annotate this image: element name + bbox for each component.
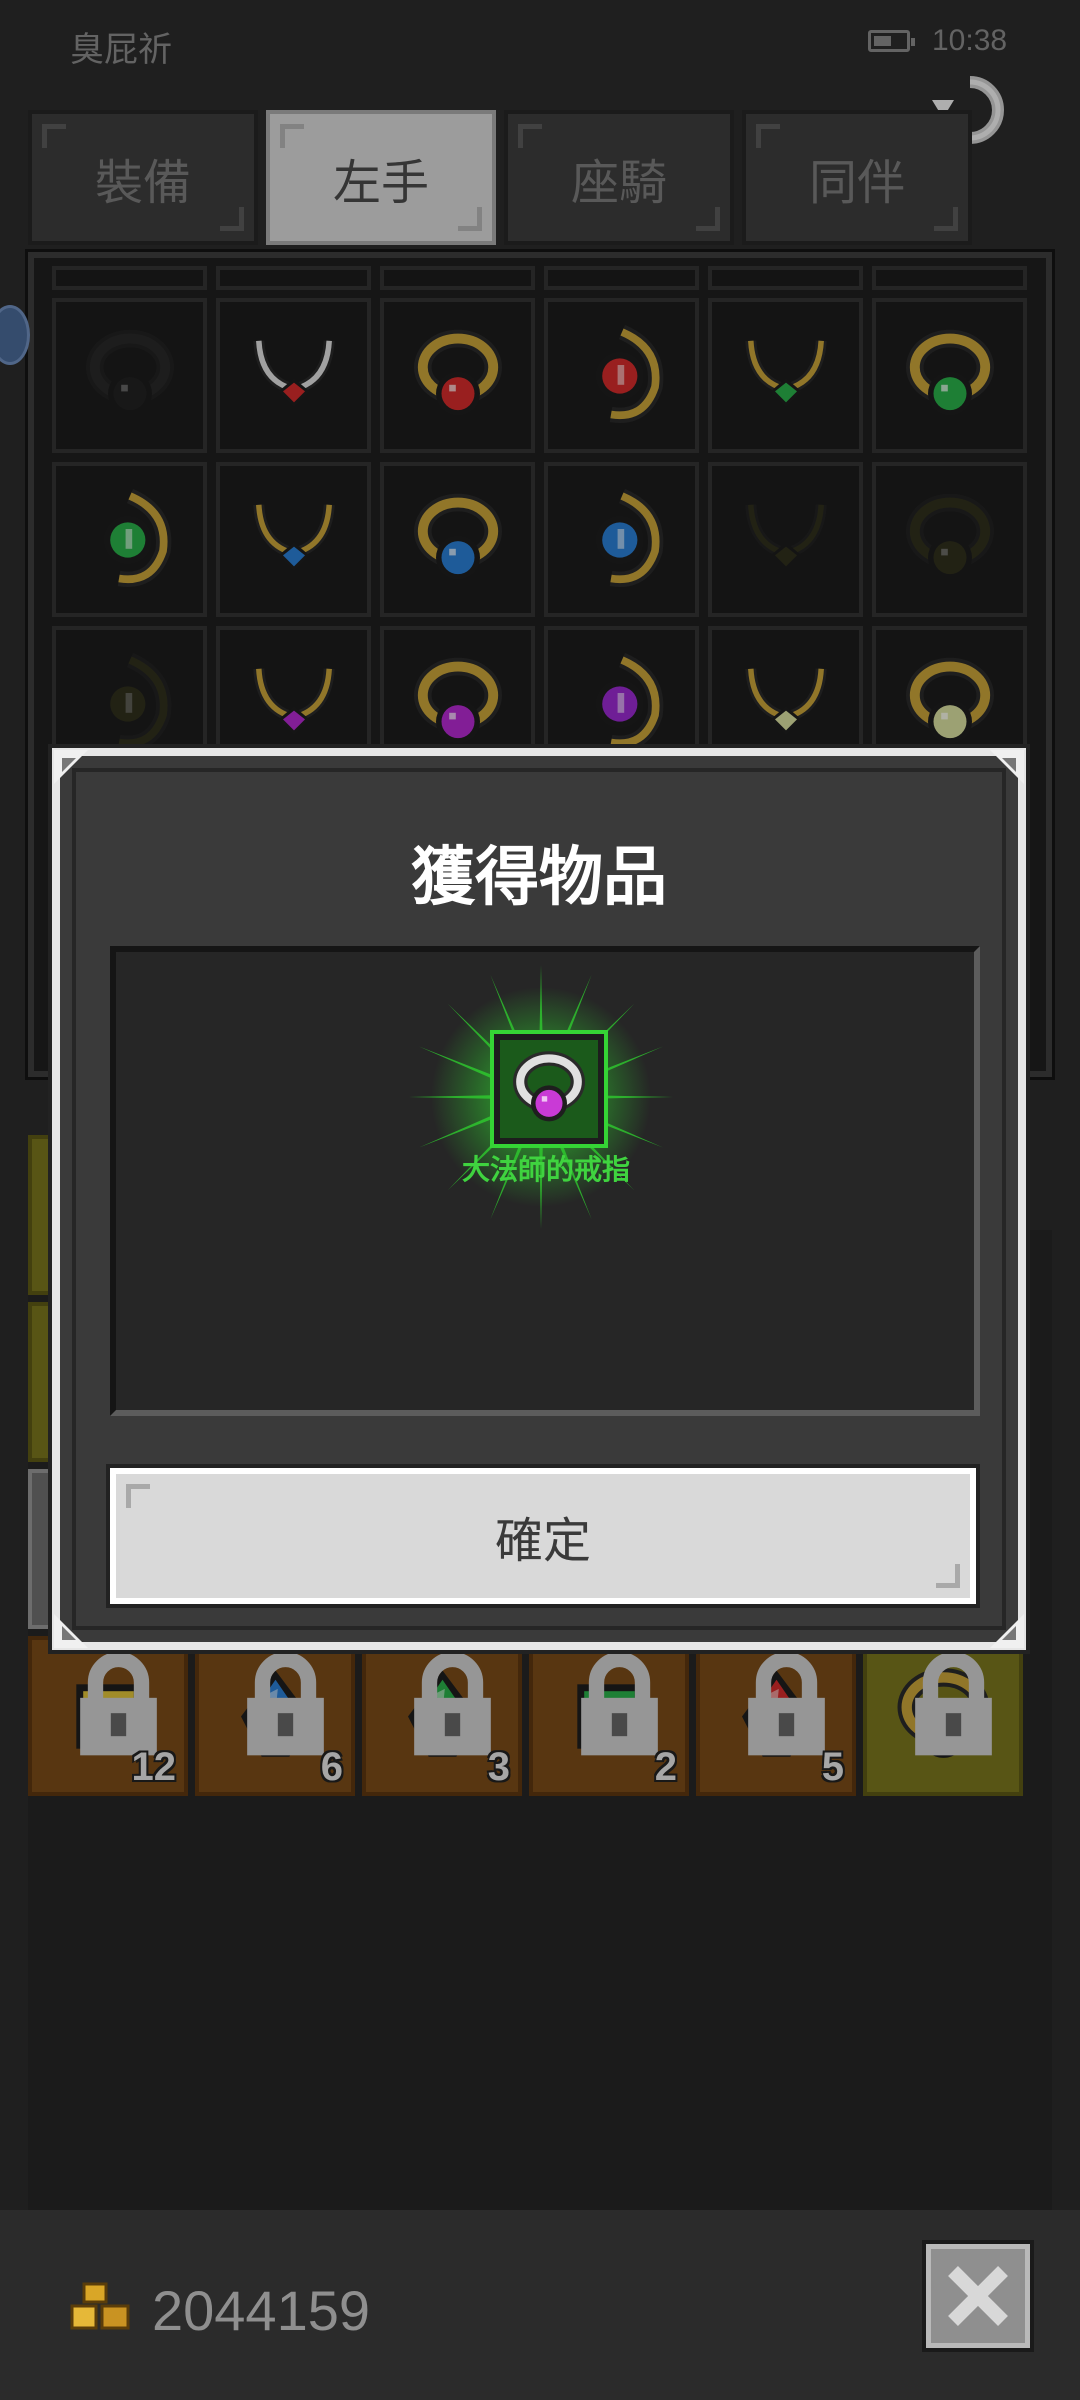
confirm-button[interactable]: 確定 (106, 1464, 980, 1608)
gold-amount: 2044159 (152, 2279, 371, 2342)
corner-ornament-icon (990, 1614, 1024, 1648)
reward-item-slot[interactable] (490, 1030, 608, 1148)
corner-ornament-icon (990, 750, 1024, 784)
reward-item-name: 大法師的戒指 (461, 1154, 630, 1185)
dialog-title: 獲得物品 (411, 841, 667, 913)
close-button[interactable] (922, 2240, 1034, 2352)
item-obtained-dialog: 獲得物品 大法師的戒指 確定 (48, 744, 1030, 1654)
gold-coins-icon (70, 2282, 130, 2330)
close-icon (948, 2266, 1008, 2326)
corner-ornament-icon (54, 1614, 88, 1648)
confirm-button-label: 確定 (494, 1515, 591, 1568)
corner-ornament-icon (54, 750, 88, 784)
bottom-bar: 2044159 (0, 2210, 1080, 2400)
reward-box: 大法師的戒指 (110, 946, 980, 1416)
ring-icon (513, 1051, 585, 1122)
